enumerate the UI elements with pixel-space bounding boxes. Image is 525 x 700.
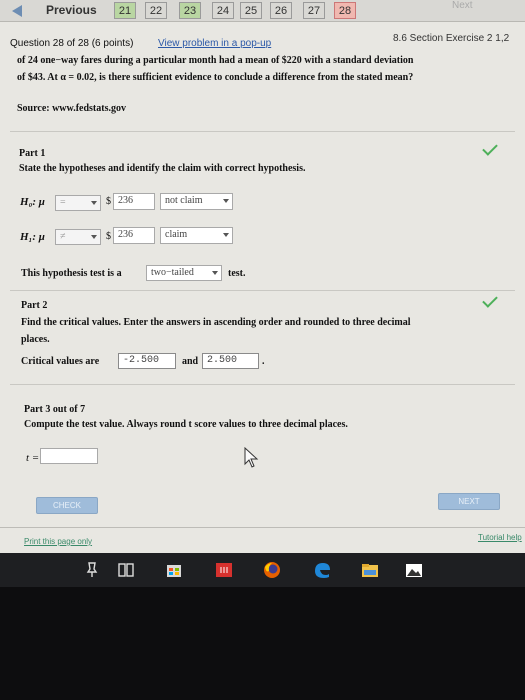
question-24[interactable]: 24 (212, 2, 234, 19)
divider (0, 527, 525, 528)
t-label: t = (26, 452, 40, 464)
divider (10, 290, 515, 291)
critical-value-1-input[interactable]: -2.500 (118, 353, 176, 369)
edge-icon[interactable] (312, 561, 332, 579)
question-label: Question 28 of 28 (6 points) (10, 38, 134, 49)
next-nav-button[interactable]: Next (452, 0, 473, 11)
h0-claim-value: not claim (165, 195, 203, 206)
mouse-cursor-icon (244, 447, 259, 468)
h1-symbol-value: ≠ (60, 231, 66, 242)
problem-line-2: of $43. At α = 0.02, is there sufficient… (17, 72, 414, 83)
h0-value-input[interactable]: 236 (113, 193, 155, 210)
problem-line-1: of 24 one−way fares during a particular … (17, 55, 414, 66)
h0-symbol-select[interactable]: = (55, 195, 101, 211)
critical-prefix: Critical values are (21, 356, 100, 367)
store-icon[interactable] (164, 561, 184, 579)
test-suffix: test. (228, 268, 246, 279)
h1-claim-select[interactable]: claim (160, 227, 233, 244)
h1-label: H₁: μ (20, 231, 45, 243)
part1-title: Part 1 (19, 148, 46, 159)
file-explorer-icon[interactable] (360, 561, 380, 579)
part1-correct-check-icon (482, 140, 498, 156)
part2-instruction-1: Find the critical values. Enter the answ… (21, 317, 411, 328)
test-prefix: This hypothesis test is a (21, 268, 122, 279)
question-23[interactable]: 23 (179, 2, 201, 19)
firefox-icon[interactable] (262, 561, 282, 579)
popup-link[interactable]: View problem in a pop-up (158, 38, 271, 49)
question-22[interactable]: 22 (145, 2, 167, 19)
app-red-icon[interactable] (214, 561, 234, 579)
test-type-value: two−tailed (151, 267, 194, 278)
chevron-down-icon (91, 201, 97, 205)
task-view-icon[interactable] (116, 561, 136, 579)
browser-screen: Previous 21 22 23 24 25 26 27 28 Next Qu… (0, 0, 525, 560)
question-25[interactable]: 25 (240, 2, 262, 19)
critical-value-2-input[interactable]: 2.500 (202, 353, 259, 369)
h0-symbol-value: = (60, 197, 66, 208)
h1-currency: $ (106, 231, 111, 242)
next-button[interactable]: NEXT (438, 493, 500, 510)
h1-claim-value: claim (165, 229, 188, 240)
question-28[interactable]: 28 (334, 2, 356, 19)
part2-instruction-2: places. (21, 334, 50, 345)
h1-symbol-select[interactable]: ≠ (55, 229, 101, 245)
h1-value-input[interactable]: 236 (113, 227, 155, 244)
part1-instruction: State the hypotheses and identify the cl… (19, 163, 306, 174)
part3-title: Part 3 out of 7 (24, 404, 86, 415)
test-type-select[interactable]: two−tailed (146, 265, 222, 281)
previous-arrow-icon[interactable] (12, 5, 22, 17)
h0-claim-select[interactable]: not claim (160, 193, 233, 210)
chevron-down-icon (91, 235, 97, 239)
part2-correct-check-icon (482, 292, 498, 308)
source-line: Source: www.fedstats.gov (17, 103, 126, 114)
pin-icon[interactable] (82, 561, 102, 579)
photos-icon[interactable] (404, 561, 424, 579)
h0-label: H₀: μ (20, 196, 45, 208)
critical-and: and (182, 356, 199, 367)
section-label: 8.6 Section Exercise 2 1,2 (393, 33, 510, 44)
question-21[interactable]: 21 (114, 2, 136, 19)
divider (10, 131, 515, 132)
previous-button[interactable]: Previous (46, 3, 97, 17)
windows-taskbar (0, 553, 525, 587)
print-link[interactable]: Print this page only (24, 537, 92, 546)
question-nav: Previous 21 22 23 24 25 26 27 28 Next (0, 0, 525, 22)
check-button[interactable]: CHECK (36, 497, 98, 514)
h0-currency: $ (106, 196, 111, 207)
critical-suffix: . (262, 356, 265, 367)
chevron-down-icon (212, 271, 218, 275)
part2-title: Part 2 (21, 300, 48, 311)
question-27[interactable]: 27 (303, 2, 325, 19)
chevron-down-icon (223, 199, 229, 203)
question-26[interactable]: 26 (270, 2, 292, 19)
tutorial-link[interactable]: Tutorial help (478, 533, 522, 542)
part3-instruction: Compute the test value. Always round t s… (24, 419, 348, 430)
t-value-input[interactable] (40, 448, 98, 464)
chevron-down-icon (223, 233, 229, 237)
divider (10, 384, 515, 385)
